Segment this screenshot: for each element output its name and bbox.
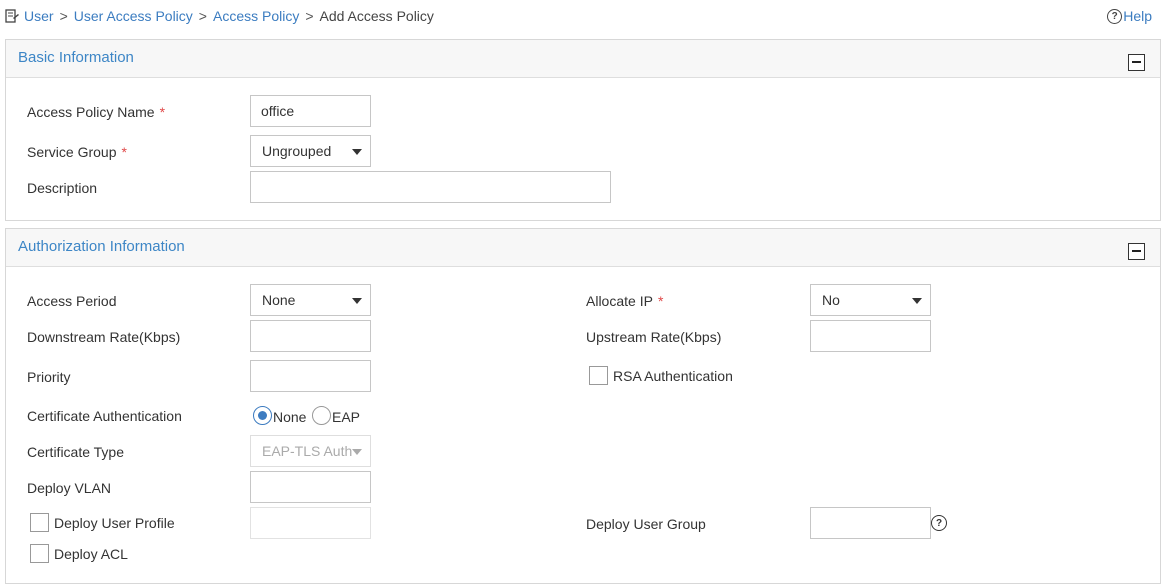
deploy-acl-label: Deploy ACL [54, 546, 128, 562]
help-link[interactable]: ? Help [1107, 6, 1152, 26]
breadcrumb: User > User Access Policy > Access Polic… [4, 6, 434, 26]
description-input[interactable] [250, 171, 611, 203]
downstream-rate-label: Downstream Rate(Kbps) [27, 329, 181, 345]
required-marker: * [159, 104, 166, 120]
breadcrumb-link-user-access-policy[interactable]: User Access Policy [74, 8, 193, 24]
access-period-label: Access Period [27, 293, 117, 309]
question-circle-icon[interactable]: ? [931, 515, 947, 531]
certificate-authentication-label: Certificate Authentication [27, 408, 182, 424]
service-group-select[interactable]: Ungrouped [250, 135, 371, 167]
access-policy-name-label: Access Policy Name * [27, 104, 165, 120]
allocate-ip-label: Allocate IP * [586, 293, 663, 309]
help-label: Help [1123, 8, 1152, 24]
allocate-ip-select[interactable]: No [810, 284, 931, 316]
certificate-type-value: EAP-TLS AuthN [262, 443, 352, 459]
cert-auth-none-label: None [273, 409, 307, 425]
deploy-vlan-input[interactable] [250, 471, 371, 503]
rsa-authentication-checkbox[interactable] [589, 366, 608, 385]
question-circle-icon: ? [1107, 8, 1123, 24]
priority-input[interactable] [250, 360, 371, 392]
chevron-down-icon [352, 449, 362, 455]
access-period-select[interactable]: None [250, 284, 371, 316]
breadcrumb-link-user[interactable]: User [24, 8, 54, 24]
upstream-rate-label: Upstream Rate(Kbps) [586, 329, 722, 345]
panel-title: Authorization Information [18, 238, 185, 255]
deploy-acl-checkbox[interactable] [30, 544, 49, 563]
access-period-value: None [262, 292, 296, 308]
description-label: Description [27, 180, 98, 196]
deploy-user-group-input[interactable] [810, 507, 931, 539]
collapse-icon[interactable] [1128, 54, 1145, 71]
authorization-information-panel: Authorization Information Access Period … [5, 228, 1161, 584]
deploy-user-profile-label: Deploy User Profile [54, 515, 175, 531]
chevron-down-icon [912, 298, 922, 304]
basic-information-panel: Basic Information Access Policy Name* Se… [5, 39, 1161, 221]
deploy-user-group-label: Deploy User Group [586, 516, 706, 532]
breadcrumb-separator: > [198, 8, 207, 24]
chevron-down-icon [352, 298, 362, 304]
service-group-value: Ungrouped [262, 143, 332, 159]
panel-header: Basic Information [6, 40, 1160, 78]
chevron-down-icon [352, 149, 362, 155]
certificate-type-select: EAP-TLS AuthN [250, 435, 371, 467]
breadcrumb-separator: > [305, 8, 314, 24]
service-group-label: Service Group * [27, 144, 127, 160]
collapse-icon[interactable] [1128, 243, 1145, 260]
cert-auth-none-radio[interactable] [253, 406, 272, 425]
upstream-rate-input[interactable] [810, 320, 931, 352]
cert-auth-eap-radio[interactable] [312, 406, 331, 425]
access-policy-name-input[interactable] [250, 95, 371, 127]
deploy-vlan-label: Deploy VLAN [27, 480, 112, 496]
priority-label: Priority [27, 369, 71, 385]
allocate-ip-label-text: Allocate IP [586, 293, 653, 309]
breadcrumb-link-access-policy[interactable]: Access Policy [213, 8, 299, 24]
user-page-icon [5, 9, 19, 23]
required-marker: * [121, 144, 127, 160]
allocate-ip-value: No [822, 292, 840, 308]
required-marker: * [657, 293, 664, 309]
rsa-authentication-label: RSA Authentication [613, 368, 733, 384]
service-group-label-text: Service Group [27, 144, 117, 160]
access-policy-name-label-text: Access Policy Name [27, 104, 155, 120]
breadcrumb-current: Add Access Policy [319, 8, 434, 24]
panel-title: Basic Information [18, 49, 134, 66]
panel-header: Authorization Information [6, 229, 1160, 267]
breadcrumb-separator: > [59, 8, 68, 24]
deploy-user-profile-checkbox[interactable] [30, 513, 49, 532]
deploy-user-profile-input [250, 507, 371, 539]
downstream-rate-input[interactable] [250, 320, 371, 352]
cert-auth-eap-label: EAP [332, 409, 361, 425]
certificate-type-label: Certificate Type [27, 444, 125, 460]
